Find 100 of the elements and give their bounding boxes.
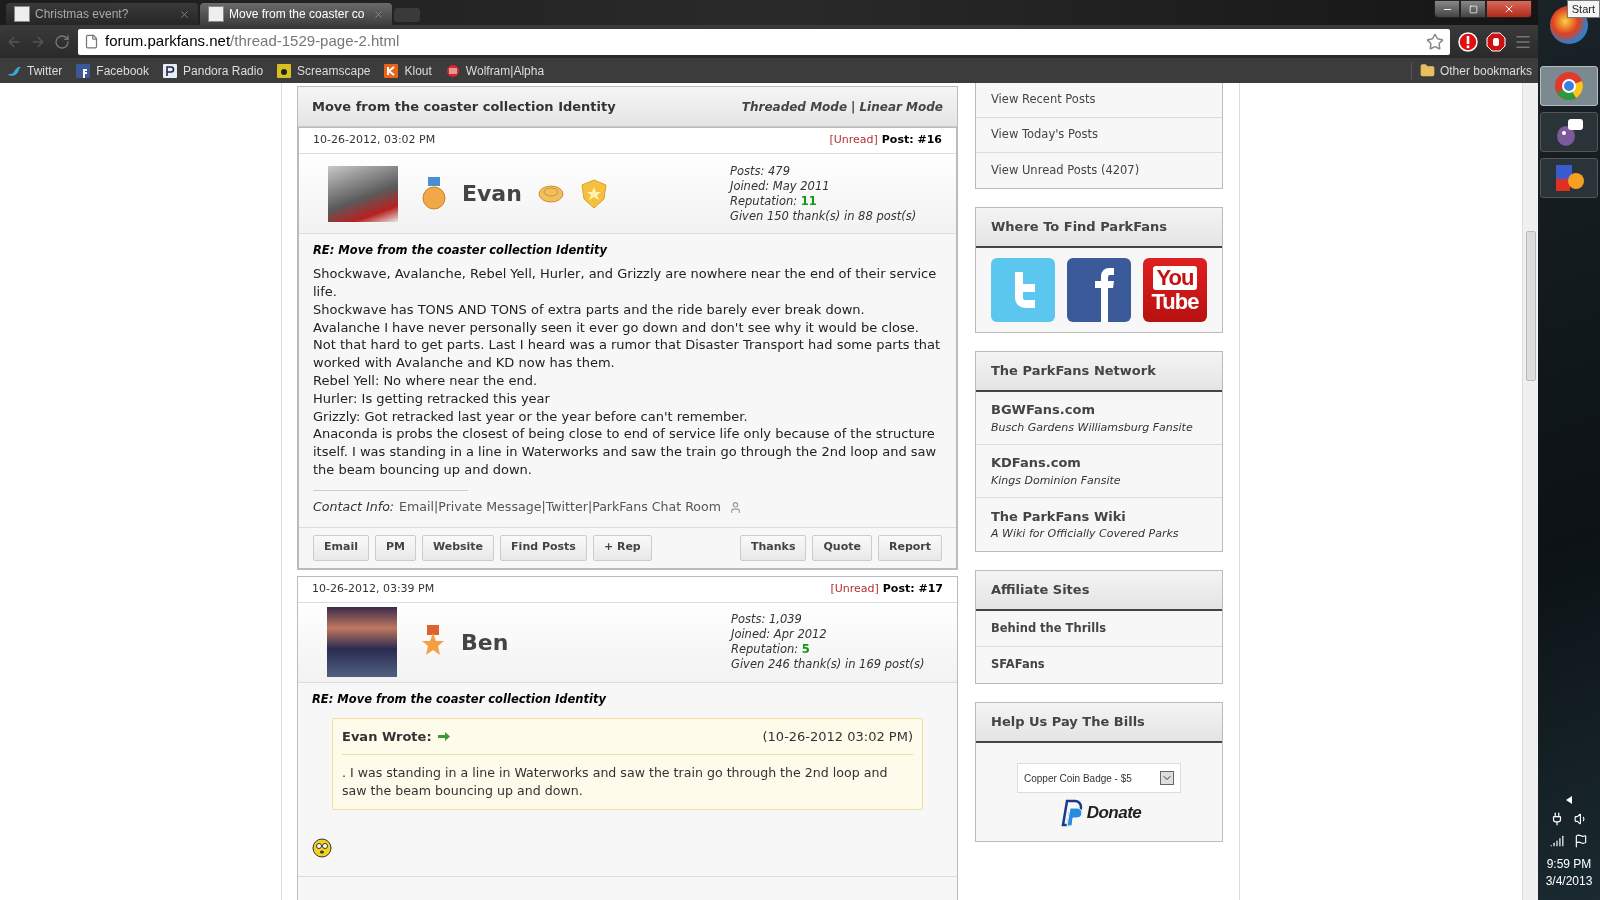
- bookmark-favicon-icon: [75, 62, 92, 79]
- clock-time[interactable]: 9:59 PM: [1546, 856, 1592, 873]
- network-site-description: Kings Dominion Fansite: [991, 472, 1122, 489]
- post-number[interactable]: Post: #17: [882, 580, 943, 598]
- contact-link[interactable]: Email: [399, 497, 435, 517]
- power-icon[interactable]: [1550, 812, 1564, 826]
- network-site-description: A Wiki for Officially Covered Parks: [991, 526, 1180, 542]
- affiliate-link[interactable]: Behind the Thrills: [991, 619, 1106, 638]
- link-separator: |: [587, 497, 593, 516]
- bookmark-item[interactable]: Wolfram|Alpha: [444, 61, 545, 80]
- close-tab-icon[interactable]: [373, 8, 384, 20]
- bookmark-item[interactable]: Facebook: [75, 61, 150, 80]
- user-stat: Reputation: 5: [731, 642, 811, 658]
- facebook-logo-icon[interactable]: [1067, 258, 1131, 322]
- reload-icon[interactable]: [54, 33, 70, 50]
- network-site-link[interactable]: BGWFans.com: [991, 400, 1207, 420]
- close-icon: [1503, 3, 1515, 15]
- scrollbar[interactable]: [1522, 83, 1538, 900]
- mode-separator: |: [851, 98, 856, 116]
- post-action-button[interactable]: + Rep: [592, 534, 652, 561]
- user-stat: Reputation: 11: [730, 193, 818, 209]
- post-subject: RE: Move from the coaster collection Identity: [312, 690, 608, 708]
- avatar-photo-placeholder: [328, 165, 398, 222]
- avatar-photo-placeholder: [327, 607, 397, 678]
- star-shield-icon: [579, 178, 608, 209]
- close-window-button[interactable]: [1486, 0, 1532, 18]
- network-site-description: Busch Gardens Williamsburg Fansite: [991, 419, 1194, 436]
- network-site-link[interactable]: KDFans.com: [991, 453, 1207, 473]
- browser-tab[interactable]: Move from the coaster co: [200, 3, 392, 25]
- video-logo-icon[interactable]: You Tube: [1143, 258, 1207, 322]
- badge-select[interactable]: Copper Coin Badge - $5: [1017, 763, 1181, 793]
- bookmark-item[interactable]: Screamscape: [276, 61, 371, 80]
- contact-link[interactable]: Twitter: [545, 497, 588, 517]
- bookmark-item[interactable]: Pandora Radio: [162, 61, 264, 80]
- post-date: 10-26-2012, 03:39 PM: [312, 580, 435, 597]
- link-separator: |: [434, 497, 439, 516]
- show-hidden-icon[interactable]: [1566, 796, 1572, 804]
- coin-icon: [537, 183, 564, 204]
- post-action-button[interactable]: Report: [877, 534, 942, 561]
- bookmark-item[interactable]: Twitter: [6, 61, 63, 80]
- clock-date[interactable]: 3/4/2013: [1545, 873, 1593, 890]
- browser-logo-icon: [1554, 71, 1584, 101]
- link-separator: |: [541, 497, 546, 516]
- quote-text: . I was standing in a line in Waterworks and saw the train go through the 2nd loop and saw the beam bouncing up and down.: [342, 763, 889, 800]
- post-date: 10-26-2012, 03:02 PM: [313, 132, 436, 149]
- site-favicon-icon: [14, 6, 30, 22]
- post-action-button[interactable]: Find Posts: [500, 534, 587, 561]
- bookmark-favicon-icon: [383, 62, 400, 79]
- panel-header: Help Us Pay The Bills: [976, 703, 1222, 743]
- affiliate-link[interactable]: SFAFans: [991, 656, 1045, 674]
- other-bookmarks[interactable]: Other bookmarks: [1410, 61, 1532, 80]
- quick-link[interactable]: View Unread Posts (4207): [976, 153, 1222, 188]
- network-site-link[interactable]: The ParkFans Wiki: [991, 506, 1207, 526]
- flag-icon[interactable]: [1574, 834, 1588, 848]
- address-bar[interactable]: forum.parkfans.net/thread-1529-page-2.html: [78, 28, 1450, 55]
- contact-link[interactable]: ParkFans Chat Room: [592, 497, 721, 517]
- taskbar-app-button[interactable]: [1540, 112, 1598, 152]
- panel-header: The ParkFans Network: [976, 352, 1222, 392]
- close-tab-icon[interactable]: [179, 8, 190, 20]
- unread-link[interactable]: [Unread]: [829, 132, 878, 149]
- contact-label: Contact Info:: [313, 497, 395, 516]
- restore-button[interactable]: [1460, 0, 1486, 18]
- bookmark-favicon-icon: [444, 62, 461, 79]
- user-stat: Posts: 1,039: [731, 612, 803, 628]
- post-number[interactable]: Post: #16: [881, 132, 942, 149]
- view-mode-link[interactable]: Linear Mode: [859, 97, 943, 116]
- user-stat: Posts: 479: [730, 163, 791, 179]
- unread-link[interactable]: [Unread]: [830, 580, 879, 598]
- post-action-button[interactable]: PM: [374, 534, 416, 561]
- view-mode-link[interactable]: Threaded Mode: [741, 97, 848, 116]
- network-icon[interactable]: [1550, 834, 1564, 848]
- url-text: forum.parkfans.net/thread-1529-page-2.html: [105, 31, 400, 52]
- alert-extension-icon[interactable]: [1458, 31, 1478, 52]
- bookmark-item[interactable]: Klout: [383, 61, 432, 80]
- panel-header: Affiliate Sites: [976, 571, 1222, 611]
- bookmark-star-icon[interactable]: [1426, 32, 1444, 51]
- start-tooltip: Start: [1566, 0, 1600, 18]
- arrow-icon[interactable]: [437, 731, 450, 741]
- restore-icon: [1468, 4, 1478, 14]
- username[interactable]: Ben: [461, 625, 509, 659]
- browser-tab[interactable]: Christmas event?: [6, 3, 198, 25]
- post-action-button[interactable]: Quote: [812, 534, 872, 561]
- username[interactable]: Evan: [462, 177, 522, 210]
- post-action-button[interactable]: Website: [421, 534, 495, 561]
- medal-icon: [422, 176, 446, 211]
- panel-header: Where To Find ParkFans: [976, 208, 1222, 248]
- contact-link[interactable]: Private Message: [438, 497, 542, 517]
- quick-link[interactable]: View Today's Posts: [976, 118, 1222, 153]
- taskbar-app-button[interactable]: [1540, 158, 1598, 198]
- bookmark-favicon-icon: [276, 62, 293, 79]
- quote-date: (10-26-2012 03:02 PM): [762, 727, 913, 746]
- minimize-button[interactable]: [1434, 0, 1460, 18]
- post-action-button[interactable]: Email: [313, 534, 369, 561]
- user-stat: Given 150 thank(s) in 88 post(s): [730, 208, 918, 224]
- quote-author: Evan Wrote:: [342, 727, 432, 746]
- quick-link[interactable]: View Recent Posts: [976, 83, 1222, 118]
- post-action-button[interactable]: Thanks: [740, 534, 807, 561]
- person-icon: [729, 500, 742, 514]
- hand-stop-icon[interactable]: [1486, 31, 1506, 52]
- donate-button[interactable]: Donate: [1056, 799, 1142, 827]
